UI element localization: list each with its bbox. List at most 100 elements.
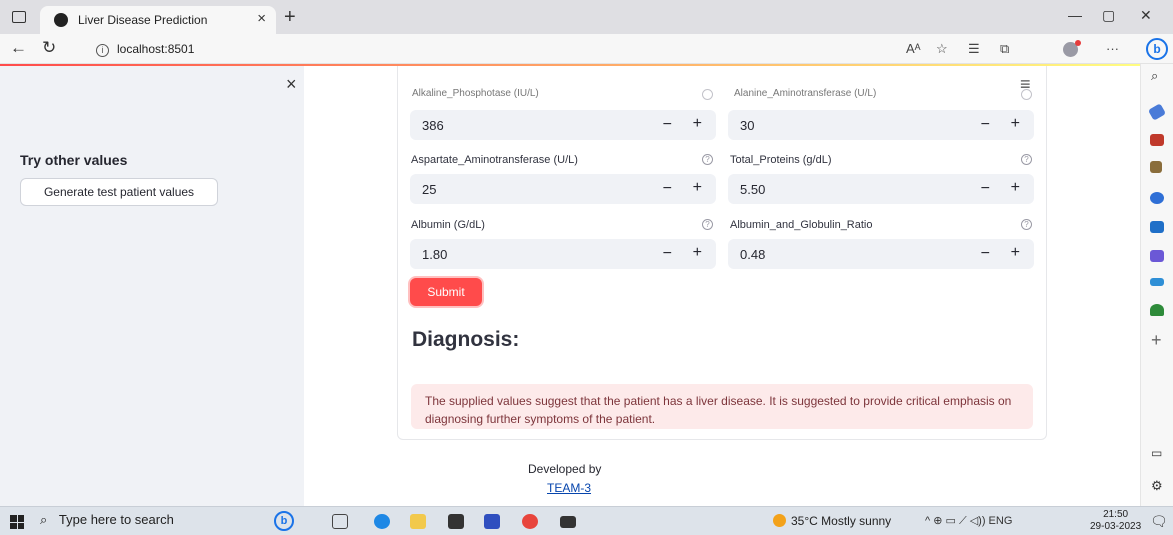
- decrement-button[interactable]: −: [981, 116, 990, 134]
- help-icon[interactable]: ?: [702, 154, 713, 165]
- add-icon[interactable]: +: [1151, 330, 1162, 351]
- copilot-icon[interactable]: b: [1146, 38, 1168, 60]
- decrement-button[interactable]: −: [663, 116, 672, 134]
- input-value: 0.48: [740, 247, 766, 262]
- input-value: 5.50: [740, 182, 766, 197]
- increment-button[interactable]: +: [1011, 115, 1020, 133]
- tag-icon[interactable]: [1147, 103, 1167, 121]
- weather-text: 35°C Mostly sunny: [791, 514, 892, 528]
- tab-title: Liver Disease Prediction: [78, 13, 208, 27]
- decrement-button[interactable]: −: [981, 180, 990, 198]
- increment-button[interactable]: +: [693, 244, 702, 262]
- browser-tab[interactable]: Liver Disease Prediction ×: [40, 6, 276, 34]
- increment-button[interactable]: +: [693, 179, 702, 197]
- designer-icon[interactable]: [1150, 250, 1164, 262]
- input-value: 30: [740, 118, 755, 133]
- url-field[interactable]: i localhost:8501: [96, 38, 296, 60]
- app-sidebar: × Try other values Generate test patient…: [0, 66, 304, 506]
- briefcase-icon[interactable]: [1150, 134, 1164, 146]
- reload-icon[interactable]: ↻: [42, 38, 56, 58]
- games-icon[interactable]: [1150, 161, 1162, 173]
- sidebar-close-icon[interactable]: ×: [286, 74, 297, 95]
- total-proteins-input[interactable]: 5.50 − +: [728, 174, 1034, 204]
- drop-icon[interactable]: [1150, 278, 1164, 286]
- mail-icon[interactable]: [448, 514, 464, 529]
- back-icon[interactable]: ←: [10, 38, 27, 58]
- input-value: 386: [422, 118, 444, 133]
- tree-icon[interactable]: [1150, 304, 1164, 316]
- microsoft-365-icon[interactable]: [1150, 192, 1164, 204]
- new-tab-button[interactable]: +: [284, 6, 296, 29]
- url-text: localhost:8501: [117, 42, 195, 56]
- address-bar: ← ↻ i localhost:8501 Aᴬ ☆ ☰ ⧉ ···: [0, 34, 1173, 64]
- profile-badge: [1075, 40, 1081, 46]
- restore-button[interactable]: ▢: [1102, 7, 1115, 24]
- search-icon[interactable]: ⌕: [1151, 68, 1158, 84]
- main-content: ≡ Alkaline_Phosphotase (IU/L) Alanine_Am…: [304, 66, 1140, 506]
- search-placeholder: Type here to search: [58, 512, 174, 527]
- settings-gear-icon[interactable]: ⚙: [1151, 478, 1163, 494]
- taskbar-search[interactable]: ⌕ Type here to search: [40, 512, 174, 528]
- chrome-app-icon[interactable]: [522, 514, 538, 529]
- clock[interactable]: 21:50 29-03-2023: [1090, 509, 1141, 533]
- sidebar-layout-icon[interactable]: ▭: [1151, 446, 1162, 460]
- increment-button[interactable]: +: [1011, 179, 1020, 197]
- help-icon[interactable]: ?: [702, 219, 713, 230]
- aspartate-input[interactable]: 25 − +: [410, 174, 716, 204]
- sidebar-heading: Try other values: [20, 152, 128, 168]
- file-explorer-icon[interactable]: [410, 514, 426, 529]
- favorites-list-icon[interactable]: ☰: [968, 41, 980, 57]
- input-value: 1.80: [422, 247, 448, 262]
- task-view-icon[interactable]: [332, 514, 348, 529]
- ag-ratio-label: Albumin_and_Globulin_Ratio: [730, 219, 873, 231]
- clock-time: 21:50: [1103, 509, 1129, 520]
- photos-app-icon[interactable]: [484, 514, 500, 529]
- increment-button[interactable]: +: [1011, 244, 1020, 262]
- footer-text: Developed by: [528, 462, 602, 476]
- input-value: 25: [422, 182, 437, 197]
- system-tray[interactable]: ^ ⊕ ▭ ⟋ ◁)) ENG: [925, 514, 1012, 528]
- help-icon[interactable]: [702, 89, 713, 100]
- increment-button[interactable]: +: [693, 115, 702, 133]
- collections-icon[interactable]: ⧉: [1000, 41, 1009, 57]
- outlook-icon[interactable]: [1150, 221, 1164, 233]
- help-icon[interactable]: ?: [1021, 154, 1032, 165]
- ag-ratio-input[interactable]: 0.48 − +: [728, 239, 1034, 269]
- browser-tab-strip: Liver Disease Prediction × + — ▢ ✕: [0, 0, 1173, 34]
- search-icon: ⌕: [40, 512, 48, 527]
- clipped-label-right: Alanine_Aminotransferase (U/L): [734, 88, 877, 99]
- windows-taskbar: ⌕ Type here to search b 35°C Mostly sunn…: [0, 506, 1173, 535]
- site-info-icon[interactable]: i: [96, 44, 109, 57]
- generate-test-values-button[interactable]: Generate test patient values: [20, 178, 218, 206]
- streamlit-favicon-icon: [54, 13, 68, 27]
- edge-sidebar: ⌕ + ▭ ⚙: [1140, 64, 1173, 506]
- window-close-button[interactable]: ✕: [1140, 7, 1152, 24]
- help-icon[interactable]: ?: [1021, 219, 1032, 230]
- favorite-icon[interactable]: ☆: [936, 41, 948, 57]
- decrement-button[interactable]: −: [663, 245, 672, 263]
- aspartate-label: Aspartate_Aminotransferase (U/L): [411, 154, 578, 166]
- help-icon[interactable]: [1021, 89, 1032, 100]
- albumin-input[interactable]: 1.80 − +: [410, 239, 716, 269]
- notifications-icon[interactable]: 🗨: [1150, 513, 1168, 530]
- alkaline-phosphotase-input[interactable]: 386 − +: [410, 110, 716, 140]
- terminal-app-icon[interactable]: [560, 516, 576, 528]
- windows-start-icon[interactable]: [10, 515, 24, 529]
- decrement-button[interactable]: −: [663, 180, 672, 198]
- more-menu-icon[interactable]: ···: [1106, 41, 1119, 56]
- decrement-button[interactable]: −: [981, 245, 990, 263]
- read-aloud-icon[interactable]: Aᴬ: [906, 41, 921, 56]
- sun-icon: [773, 514, 786, 527]
- submit-button[interactable]: Submit: [410, 278, 482, 306]
- alanine-aminotransferase-input[interactable]: 30 − +: [728, 110, 1034, 140]
- tab-actions-icon[interactable]: [12, 11, 26, 23]
- diagnosis-alert: The supplied values suggest that the pat…: [411, 384, 1033, 429]
- edge-app-icon[interactable]: [374, 514, 390, 529]
- minimize-button[interactable]: —: [1068, 7, 1082, 23]
- clipped-label-left: Alkaline_Phosphotase (IU/L): [412, 88, 539, 99]
- diagnosis-heading: Diagnosis:: [412, 328, 520, 351]
- team-link[interactable]: TEAM-3: [547, 481, 591, 495]
- tab-close-icon[interactable]: ×: [257, 10, 266, 27]
- bing-icon[interactable]: b: [274, 511, 294, 531]
- weather-widget[interactable]: 35°C Mostly sunny: [773, 514, 891, 528]
